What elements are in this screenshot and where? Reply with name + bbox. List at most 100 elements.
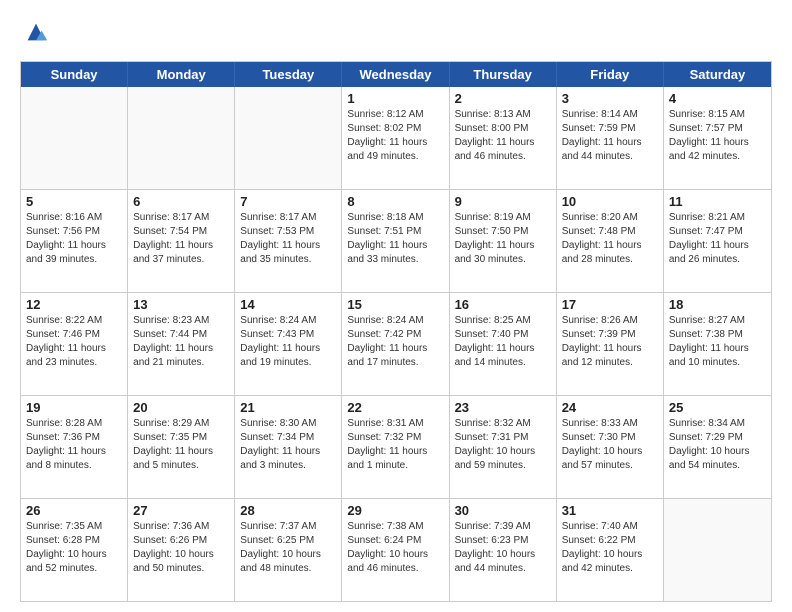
day-cell-12: 12Sunrise: 8:22 AM Sunset: 7:46 PM Dayli… (21, 293, 128, 395)
day-number: 2 (455, 91, 551, 106)
day-info: Sunrise: 8:21 AM Sunset: 7:47 PM Dayligh… (669, 211, 766, 267)
day-cell-13: 13 Sunrise: 8:23 AM Sunset: 7:44 PM Dayli… (128, 293, 235, 395)
day-number: 1 (347, 91, 443, 106)
day-cell-31: 31 Sunrise: 7:40 AM Sunset: 6:22 PM Dayli… (557, 499, 664, 601)
logo (20, 18, 50, 51)
day-info: Sunrise: 8:27 AM Sunset: 7:38 PM Dayligh… (669, 314, 766, 370)
header-cell-saturday: Saturday (664, 62, 771, 87)
day-number: 7 (240, 194, 336, 209)
day-number: 20 (133, 400, 229, 415)
day-cell-5: 5 Sunrise: 8:16 AM Sunset: 7:56 PM Daylig… (21, 190, 128, 292)
day-number: 25 (669, 400, 766, 415)
day-info: Sunrise: 7:38 AM Sunset: 6:24 PM Dayligh… (347, 520, 443, 576)
calendar-row-4: 19 Sunrise: 8:28 AM Sunset: 7:36 PM Dayli… (21, 395, 771, 498)
day-cell-26: 26Sunrise: 7:35 AM Sunset: 6:28 PM Dayli… (21, 499, 128, 601)
day-info: Sunrise: 8:17 AM Sunset: 7:53 PM Dayligh… (240, 211, 336, 267)
day-cell-6: 6Sunrise: 8:17 AM Sunset: 7:54 PM Daylig… (128, 190, 235, 292)
day-cell-15: 15Sunrise: 8:24 AM Sunset: 7:42 PM Dayli… (342, 293, 449, 395)
empty-cell-r0c0 (21, 87, 128, 189)
day-cell-17: 17 Sunrise: 8:26 AM Sunset: 7:39 PM Dayli… (557, 293, 664, 395)
day-info: Sunrise: 8:30 AM Sunset: 7:34 PM Dayligh… (240, 417, 336, 473)
day-number: 3 (562, 91, 658, 106)
day-cell-2: 2 Sunrise: 8:13 AM Sunset: 8:00 PM Daylig… (450, 87, 557, 189)
day-cell-4: 4 Sunrise: 8:15 AM Sunset: 7:57 PM Daylig… (664, 87, 771, 189)
calendar: SundayMondayTuesdayWednesdayThursdayFrid… (20, 61, 772, 602)
day-number: 17 (562, 297, 658, 312)
calendar-header: SundayMondayTuesdayWednesdayThursdayFrid… (21, 62, 771, 87)
day-cell-8: 8 Sunrise: 8:18 AM Sunset: 7:51 PM Daylig… (342, 190, 449, 292)
calendar-row-5: 26Sunrise: 7:35 AM Sunset: 6:28 PM Dayli… (21, 498, 771, 601)
day-cell-24: 24Sunrise: 8:33 AM Sunset: 7:30 PM Dayli… (557, 396, 664, 498)
day-number: 13 (133, 297, 229, 312)
day-info: Sunrise: 8:34 AM Sunset: 7:29 PM Dayligh… (669, 417, 766, 473)
day-cell-28: 28 Sunrise: 7:37 AM Sunset: 6:25 PM Dayli… (235, 499, 342, 601)
day-cell-25: 25 Sunrise: 8:34 AM Sunset: 7:29 PM Dayli… (664, 396, 771, 498)
calendar-body: 1 Sunrise: 8:12 AM Sunset: 8:02 PM Daylig… (21, 87, 771, 601)
day-cell-14: 14 Sunrise: 8:24 AM Sunset: 7:43 PM Dayli… (235, 293, 342, 395)
day-cell-30: 30 Sunrise: 7:39 AM Sunset: 6:23 PM Dayli… (450, 499, 557, 601)
day-info: Sunrise: 8:14 AM Sunset: 7:59 PM Dayligh… (562, 108, 658, 164)
day-cell-1: 1 Sunrise: 8:12 AM Sunset: 8:02 PM Daylig… (342, 87, 449, 189)
day-info: Sunrise: 7:35 AM Sunset: 6:28 PM Dayligh… (26, 520, 122, 576)
day-number: 10 (562, 194, 658, 209)
empty-cell-r4c6 (664, 499, 771, 601)
day-number: 28 (240, 503, 336, 518)
header-cell-thursday: Thursday (450, 62, 557, 87)
day-info: Sunrise: 8:26 AM Sunset: 7:39 PM Dayligh… (562, 314, 658, 370)
day-number: 23 (455, 400, 551, 415)
day-number: 6 (133, 194, 229, 209)
day-info: Sunrise: 8:24 AM Sunset: 7:42 PM Dayligh… (347, 314, 443, 370)
day-number: 18 (669, 297, 766, 312)
day-info: Sunrise: 8:28 AM Sunset: 7:36 PM Dayligh… (26, 417, 122, 473)
day-info: Sunrise: 7:40 AM Sunset: 6:22 PM Dayligh… (562, 520, 658, 576)
day-info: Sunrise: 8:31 AM Sunset: 7:32 PM Dayligh… (347, 417, 443, 473)
day-info: Sunrise: 8:13 AM Sunset: 8:00 PM Dayligh… (455, 108, 551, 164)
day-cell-7: 7 Sunrise: 8:17 AM Sunset: 7:53 PM Daylig… (235, 190, 342, 292)
empty-cell-r0c1 (128, 87, 235, 189)
day-number: 31 (562, 503, 658, 518)
day-info: Sunrise: 7:39 AM Sunset: 6:23 PM Dayligh… (455, 520, 551, 576)
calendar-row-1: 1 Sunrise: 8:12 AM Sunset: 8:02 PM Daylig… (21, 87, 771, 189)
header (20, 18, 772, 51)
day-number: 29 (347, 503, 443, 518)
day-cell-16: 16 Sunrise: 8:25 AM Sunset: 7:40 PM Dayli… (450, 293, 557, 395)
day-cell-18: 18 Sunrise: 8:27 AM Sunset: 7:38 PM Dayli… (664, 293, 771, 395)
day-cell-9: 9Sunrise: 8:19 AM Sunset: 7:50 PM Daylig… (450, 190, 557, 292)
day-cell-21: 21 Sunrise: 8:30 AM Sunset: 7:34 PM Dayli… (235, 396, 342, 498)
day-number: 21 (240, 400, 336, 415)
day-info: Sunrise: 8:15 AM Sunset: 7:57 PM Dayligh… (669, 108, 766, 164)
day-info: Sunrise: 8:16 AM Sunset: 7:56 PM Dayligh… (26, 211, 122, 267)
day-number: 12 (26, 297, 122, 312)
day-number: 5 (26, 194, 122, 209)
day-info: Sunrise: 8:20 AM Sunset: 7:48 PM Dayligh… (562, 211, 658, 267)
day-number: 14 (240, 297, 336, 312)
page: SundayMondayTuesdayWednesdayThursdayFrid… (0, 0, 792, 612)
day-number: 4 (669, 91, 766, 106)
day-info: Sunrise: 8:33 AM Sunset: 7:30 PM Dayligh… (562, 417, 658, 473)
day-cell-23: 23Sunrise: 8:32 AM Sunset: 7:31 PM Dayli… (450, 396, 557, 498)
day-info: Sunrise: 8:12 AM Sunset: 8:02 PM Dayligh… (347, 108, 443, 164)
header-cell-sunday: Sunday (21, 62, 128, 87)
header-cell-tuesday: Tuesday (235, 62, 342, 87)
day-number: 22 (347, 400, 443, 415)
day-cell-27: 27Sunrise: 7:36 AM Sunset: 6:26 PM Dayli… (128, 499, 235, 601)
day-cell-29: 29 Sunrise: 7:38 AM Sunset: 6:24 PM Dayli… (342, 499, 449, 601)
day-info: Sunrise: 8:18 AM Sunset: 7:51 PM Dayligh… (347, 211, 443, 267)
day-number: 27 (133, 503, 229, 518)
day-number: 8 (347, 194, 443, 209)
day-info: Sunrise: 7:37 AM Sunset: 6:25 PM Dayligh… (240, 520, 336, 576)
day-cell-3: 3 Sunrise: 8:14 AM Sunset: 7:59 PM Daylig… (557, 87, 664, 189)
day-number: 19 (26, 400, 122, 415)
day-number: 11 (669, 194, 766, 209)
day-info: Sunrise: 8:24 AM Sunset: 7:43 PM Dayligh… (240, 314, 336, 370)
day-number: 16 (455, 297, 551, 312)
day-info: Sunrise: 8:23 AM Sunset: 7:44 PM Dayligh… (133, 314, 229, 370)
day-info: Sunrise: 8:19 AM Sunset: 7:50 PM Dayligh… (455, 211, 551, 267)
calendar-row-2: 5 Sunrise: 8:16 AM Sunset: 7:56 PM Daylig… (21, 189, 771, 292)
day-cell-22: 22 Sunrise: 8:31 AM Sunset: 7:32 PM Dayli… (342, 396, 449, 498)
calendar-row-3: 12Sunrise: 8:22 AM Sunset: 7:46 PM Dayli… (21, 292, 771, 395)
day-info: Sunrise: 8:25 AM Sunset: 7:40 PM Dayligh… (455, 314, 551, 370)
day-cell-19: 19 Sunrise: 8:28 AM Sunset: 7:36 PM Dayli… (21, 396, 128, 498)
day-number: 30 (455, 503, 551, 518)
header-cell-friday: Friday (557, 62, 664, 87)
